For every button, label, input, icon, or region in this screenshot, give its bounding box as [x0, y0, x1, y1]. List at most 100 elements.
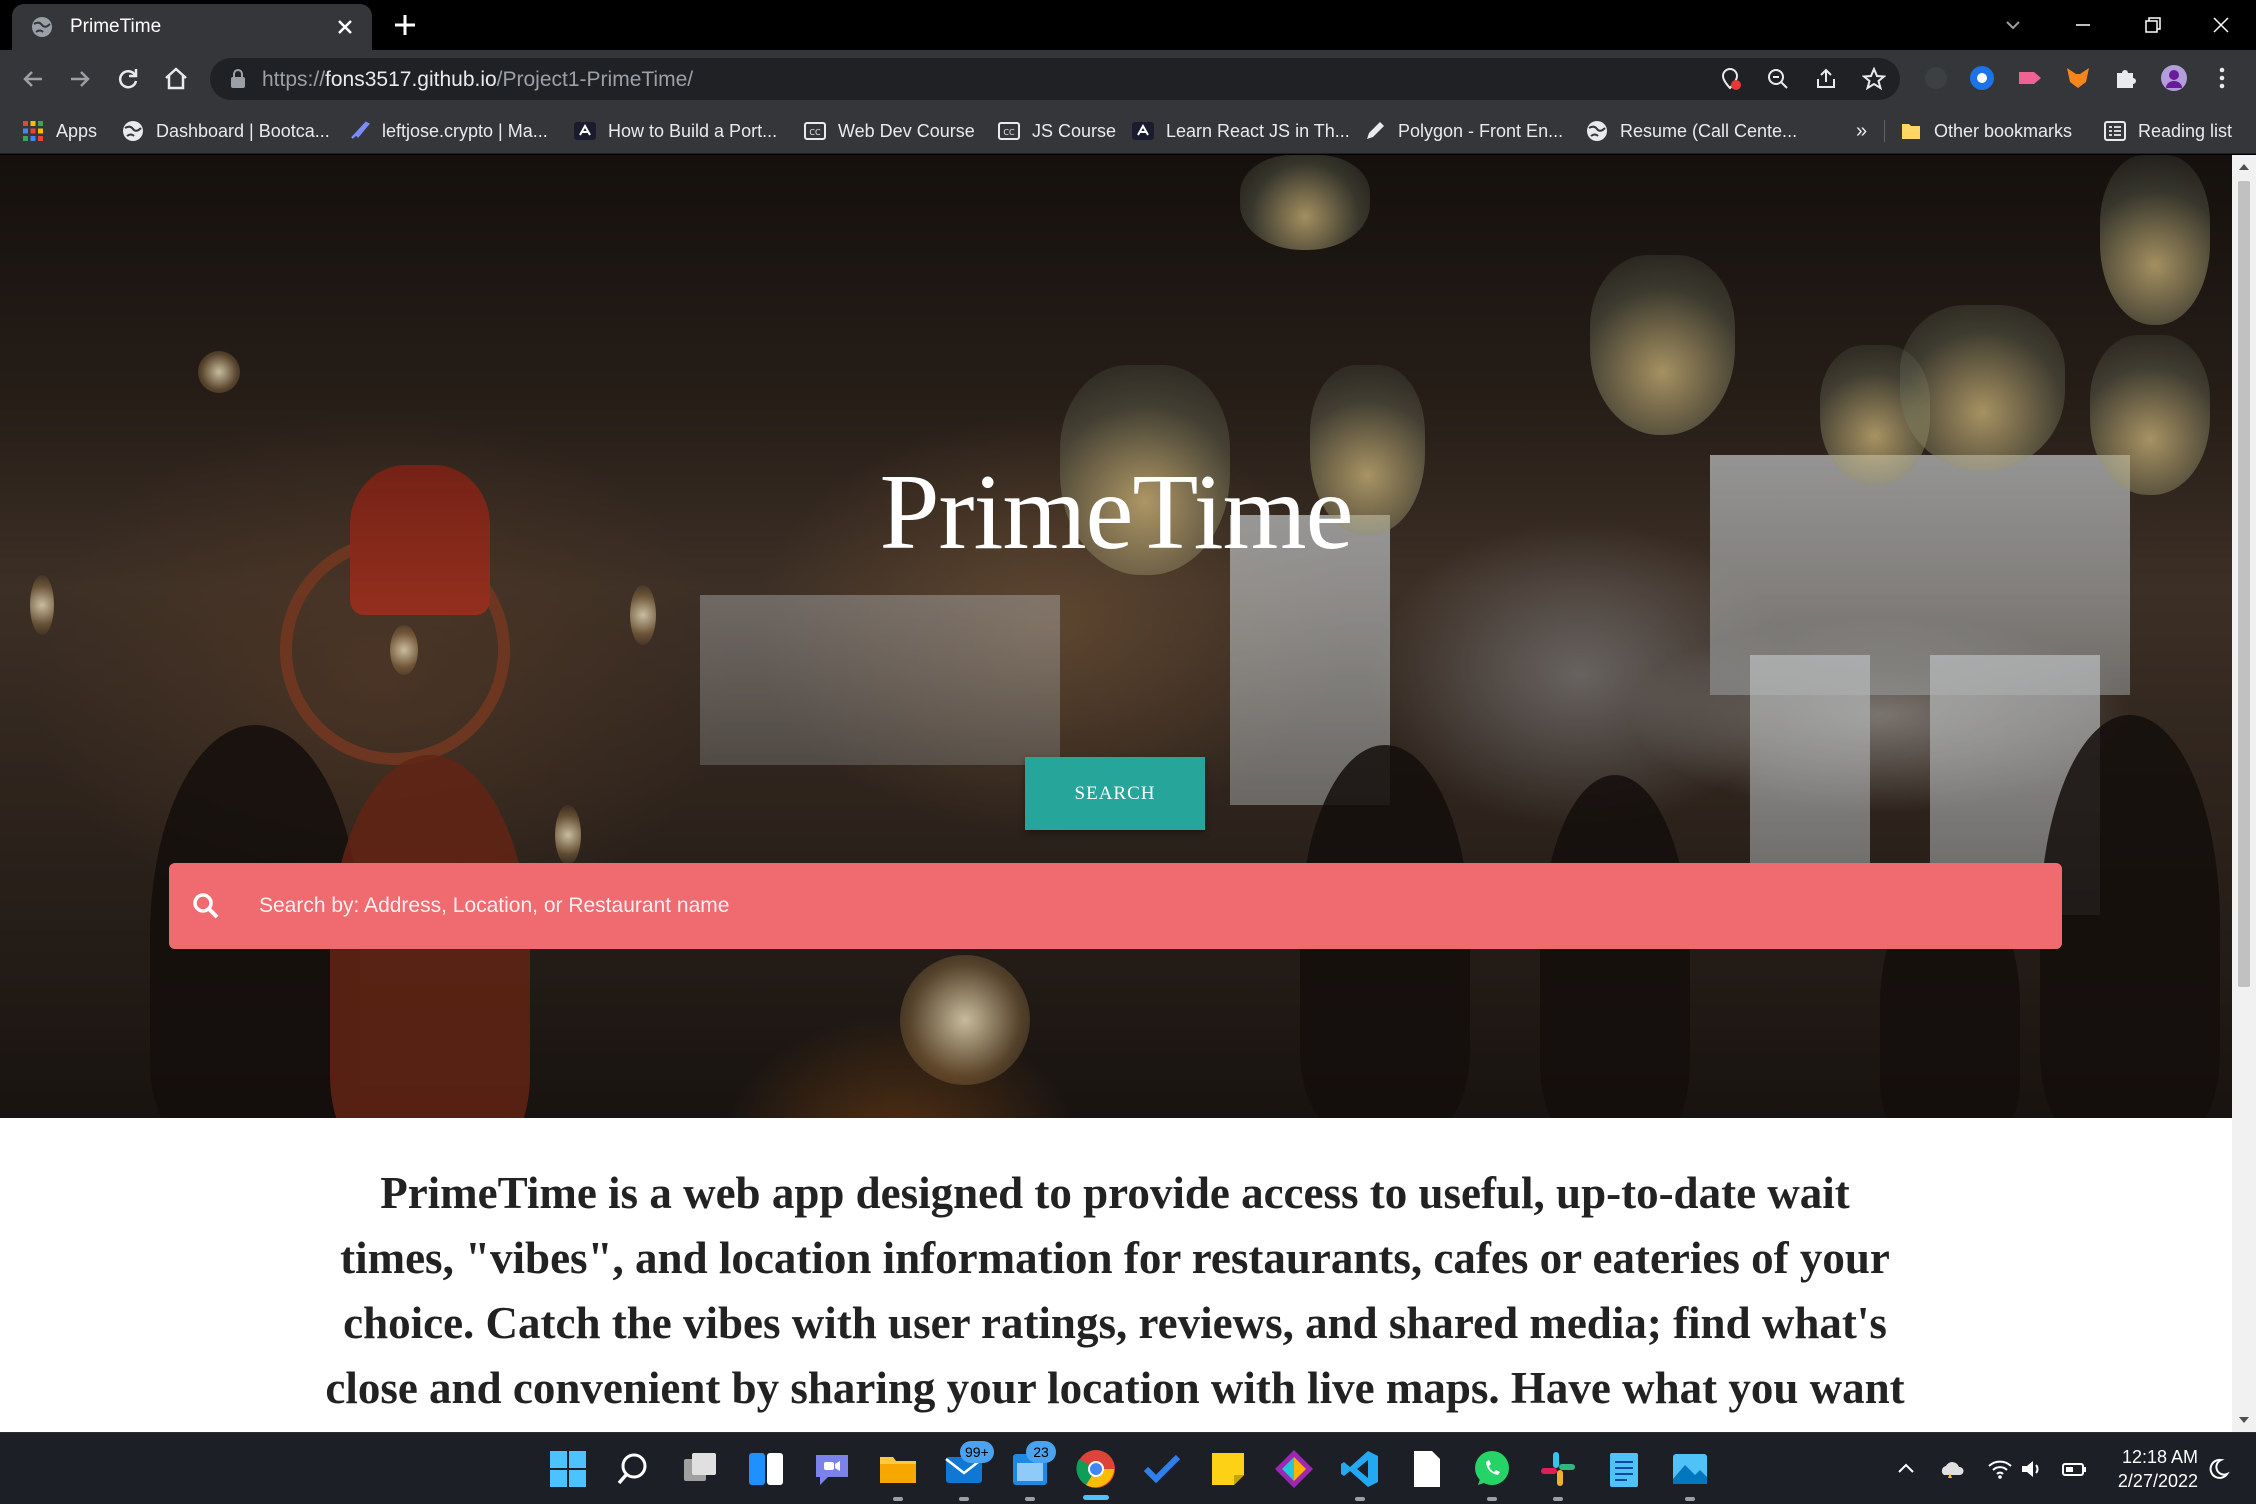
lock-icon[interactable]: [228, 68, 248, 90]
apps-grid-icon: [23, 121, 43, 141]
minimize-icon[interactable]: [2068, 10, 2098, 40]
globe-icon: [1587, 121, 1607, 141]
running-indicator: [1487, 1497, 1497, 1501]
share-icon[interactable]: [1814, 67, 1838, 91]
other-bookmarks[interactable]: Other bookmarks: [1900, 108, 2072, 154]
weather-icon[interactable]: [1938, 1455, 1966, 1483]
bookmark-label: Learn React JS in Th...: [1166, 120, 1350, 141]
sticky-notes-icon[interactable]: [1206, 1447, 1250, 1491]
folder-icon: [1902, 124, 1920, 139]
wifi-icon[interactable]: [1986, 1455, 2014, 1483]
windows-taskbar: 99+ 23 12:18 AM 2/27/2022: [0, 1432, 2256, 1504]
globe-icon: [32, 17, 52, 37]
reading-list-label: Reading list: [2138, 120, 2233, 141]
battery-icon[interactable]: [2060, 1455, 2088, 1483]
url-text[interactable]: https://fons3517.github.io/Project1-Prim…: [262, 68, 693, 92]
active-app-indicator: [1083, 1495, 1109, 1500]
close-window-icon[interactable]: [2206, 10, 2236, 40]
metamask-fox-icon[interactable]: [2064, 64, 2092, 92]
gitkraken-icon[interactable]: [1272, 1447, 1316, 1491]
url-scheme: https://: [262, 68, 326, 91]
scroll-up-icon[interactable]: [2238, 161, 2250, 173]
bookmark-label: Dashboard | Bootca...: [156, 120, 330, 141]
clock-time: 12:18 AM: [2121, 1447, 2198, 1467]
mail-badge: 99+: [960, 1441, 994, 1463]
reload-icon[interactable]: [113, 64, 143, 94]
task-view-icon[interactable]: [678, 1447, 722, 1491]
system-clock[interactable]: 12:18 AM 2/27/2022: [2102, 1445, 2198, 1493]
close-tab-icon[interactable]: [332, 14, 358, 40]
bookmark-label: Resume (Call Cente...: [1620, 120, 1798, 141]
bookmark-polygon[interactable]: Polygon - Front En...: [1364, 108, 1563, 154]
pencil-icon: [1367, 122, 1384, 139]
todo-check-icon[interactable]: [1140, 1447, 1184, 1491]
rocket-icon: [351, 121, 370, 139]
bookmark-label: leftjose.crypto | Ma...: [382, 120, 548, 141]
bookmarks-bar: Apps Dashboard | Bootca... leftjose.cryp…: [0, 108, 2256, 154]
chrome-icon[interactable]: [1074, 1447, 1118, 1491]
bookmark-apps[interactable]: Apps: [22, 108, 97, 154]
reading-list[interactable]: Reading list: [2104, 108, 2232, 154]
running-indicator: [959, 1497, 969, 1501]
bookmark-leftjose[interactable]: leftjose.crypto | Ma...: [348, 108, 548, 154]
running-indicator: [1355, 1497, 1365, 1501]
home-icon[interactable]: [161, 64, 191, 94]
vscode-icon[interactable]: [1338, 1447, 1382, 1491]
forward-icon[interactable]: [65, 64, 95, 94]
bookmark-label: JS Course: [1032, 120, 1117, 141]
bookmark-webdev[interactable]: CC Web Dev Course: [804, 108, 975, 154]
running-indicator: [893, 1497, 903, 1501]
back-icon[interactable]: [18, 64, 48, 94]
bookmark-react[interactable]: Learn React JS in Th...: [1132, 108, 1350, 154]
bookmark-label: Apps: [56, 120, 98, 141]
file-explorer-icon[interactable]: [876, 1447, 920, 1491]
widgets-icon[interactable]: [744, 1447, 788, 1491]
show-hidden-icons-icon[interactable]: [1892, 1455, 1920, 1483]
bookmark-js-course[interactable]: CC JS Course: [998, 108, 1116, 154]
do-not-disturb-moon-icon[interactable]: [2204, 1455, 2232, 1483]
search-input[interactable]: [259, 876, 2042, 936]
bookmarks-overflow-button[interactable]: »: [1856, 108, 1867, 154]
search-bar[interactable]: [169, 863, 2062, 949]
hero-section: PrimeTime SEARCH: [0, 155, 2232, 1118]
tab-search-chevron-icon[interactable]: [1998, 10, 2028, 40]
zoom-icon[interactable]: [1766, 67, 1790, 91]
address-bar[interactable]: https://fons3517.github.io/Project1-Prim…: [210, 58, 1900, 100]
extension-circle-icon[interactable]: [1922, 64, 1950, 92]
browser-toolbar: https://fons3517.github.io/Project1-Prim…: [0, 50, 2256, 108]
taskbar-search-icon[interactable]: [612, 1447, 656, 1491]
restore-icon[interactable]: [2138, 10, 2168, 40]
scroll-thumb[interactable]: [2238, 181, 2250, 987]
search-button[interactable]: SEARCH: [1025, 757, 1205, 830]
bookmark-star-icon[interactable]: [1862, 67, 1886, 91]
running-indicator: [1685, 1497, 1695, 1501]
running-indicator: [1025, 1497, 1035, 1501]
globe-icon: [123, 121, 143, 141]
whatsapp-icon[interactable]: [1470, 1447, 1514, 1491]
teams-chat-icon[interactable]: [810, 1447, 854, 1491]
new-tab-icon[interactable]: [392, 12, 418, 38]
extensions-puzzle-icon[interactable]: [2112, 64, 2140, 92]
bookmark-dashboard[interactable]: Dashboard | Bootca...: [122, 108, 330, 154]
blank-document-icon[interactable]: [1404, 1447, 1448, 1491]
cc-icon: CC: [998, 122, 1020, 140]
page-scrollbar[interactable]: [2232, 155, 2256, 1432]
volume-icon[interactable]: [2018, 1455, 2046, 1483]
bookmark-label: Polygon - Front En...: [1398, 120, 1564, 141]
photos-icon[interactable]: [1668, 1447, 1712, 1491]
overflow-chevron-icon: »: [1856, 119, 1868, 142]
svg-text:CC: CC: [1003, 128, 1015, 137]
slack-icon[interactable]: [1536, 1447, 1580, 1491]
bookmark-resume[interactable]: Resume (Call Cente...: [1586, 108, 1797, 154]
windows-start-icon[interactable]: [546, 1447, 590, 1491]
scroll-down-icon[interactable]: [2238, 1414, 2250, 1426]
bookmark-portfolio[interactable]: How to Build a Port...: [574, 108, 777, 154]
profile-avatar-icon[interactable]: [2160, 64, 2188, 92]
coinbase-extension-icon[interactable]: [1968, 64, 1996, 92]
reading-list-icon: [2104, 121, 2126, 141]
notepad-icon[interactable]: [1602, 1447, 1646, 1491]
browser-tab[interactable]: PrimeTime: [12, 4, 372, 50]
browser-menu-icon[interactable]: [2208, 64, 2236, 92]
location-blocked-icon[interactable]: [1718, 67, 1742, 91]
screen-recorder-extension-icon[interactable]: [2016, 64, 2044, 92]
